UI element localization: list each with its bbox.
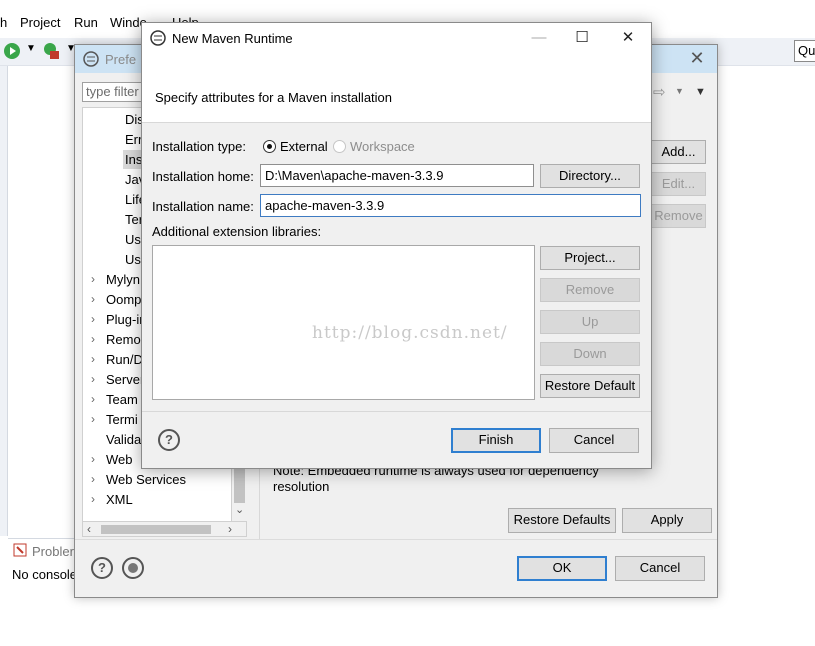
external-radio-label[interactable]: External xyxy=(280,139,328,154)
tree-item[interactable]: Web Services xyxy=(106,472,186,487)
expand-arrow-icon[interactable]: › xyxy=(91,452,95,466)
left-side-pane xyxy=(0,66,8,536)
problems-icon xyxy=(13,543,27,557)
tree-item[interactable]: Valida xyxy=(106,432,141,447)
workspace-radio-label[interactable]: Workspace xyxy=(350,139,415,154)
menu-item-project[interactable]: Project xyxy=(20,15,60,30)
tree-item[interactable]: Web xyxy=(106,452,133,467)
installation-type-label: Installation type: xyxy=(152,139,246,154)
forward-icon[interactable]: ⇨ xyxy=(653,83,666,101)
tree-item[interactable]: Run/D xyxy=(106,352,143,367)
extension-libraries-label: Additional extension libraries: xyxy=(152,224,322,239)
expand-arrow-icon[interactable]: › xyxy=(91,352,95,366)
installation-home-label: Installation home: xyxy=(152,169,254,184)
eclipse-icon xyxy=(150,30,166,46)
close-icon[interactable]: ✕ xyxy=(617,29,639,47)
note-line: resolution xyxy=(273,479,330,494)
project-button[interactable]: Project... xyxy=(540,246,640,270)
tree-horizontal-scrollbar[interactable]: ‹ › xyxy=(82,521,247,537)
chevron-right-icon[interactable]: › xyxy=(228,522,232,536)
expand-arrow-icon[interactable]: › xyxy=(91,312,95,326)
help-icon[interactable]: ? xyxy=(158,429,180,451)
tree-item[interactable]: Plug-ir xyxy=(106,312,144,327)
eclipse-icon xyxy=(83,51,99,67)
run-dropdown-icon[interactable]: ▼ xyxy=(26,43,36,54)
tree-item[interactable]: Remo xyxy=(106,332,141,347)
expand-arrow-icon[interactable]: › xyxy=(91,372,95,386)
close-icon[interactable]: ✕ xyxy=(687,48,707,68)
ok-button[interactable]: OK xyxy=(517,556,607,581)
forward-dropdown-icon[interactable]: ▼ xyxy=(675,86,684,96)
tree-item[interactable]: Err xyxy=(125,132,142,147)
installation-name-label: Installation name: xyxy=(152,199,254,214)
edit-button[interactable]: Edit... xyxy=(651,172,706,196)
dialog-description: Specify attributes for a Maven installat… xyxy=(155,90,393,105)
expand-arrow-icon[interactable]: › xyxy=(91,492,95,506)
menu-item-run[interactable]: Run xyxy=(74,15,98,30)
installation-home-field[interactable]: D:\Maven\apache-maven-3.3.9 xyxy=(260,164,534,187)
run-icon[interactable] xyxy=(3,42,21,60)
view-menu-icon[interactable]: ▼ xyxy=(695,86,706,98)
add-button[interactable]: Add... xyxy=(651,140,706,164)
cancel-button[interactable]: Cancel xyxy=(615,556,705,581)
chevron-left-icon[interactable]: ‹ xyxy=(87,522,91,536)
minimize-icon[interactable]: — xyxy=(528,29,550,47)
expand-arrow-icon[interactable]: › xyxy=(91,292,95,306)
restore-defaults-button[interactable]: Restore Defaults xyxy=(508,508,616,533)
tree-item[interactable]: Server xyxy=(106,372,144,387)
new-maven-runtime-dialog: New Maven Runtime — ☐ ✕ Specify attribut… xyxy=(141,22,652,469)
help-icon[interactable]: ? xyxy=(91,557,113,579)
scrollbar-thumb[interactable] xyxy=(101,525,211,534)
up-button[interactable]: Up xyxy=(540,310,640,334)
restore-default-button[interactable]: Restore Default xyxy=(540,374,640,398)
external-tools-icon[interactable] xyxy=(42,41,62,61)
watermark-text: http://blog.csdn.net/ xyxy=(312,323,508,343)
record-icon[interactable] xyxy=(122,557,144,579)
tree-item[interactable]: XML xyxy=(106,492,133,507)
tree-item[interactable]: Ins xyxy=(125,152,142,167)
tree-item[interactable]: Us xyxy=(125,232,141,247)
menu-item-search[interactable]: h xyxy=(0,15,7,30)
quick-access-input[interactable]: Qu xyxy=(794,40,815,62)
finish-button[interactable]: Finish xyxy=(451,428,541,453)
console-status-text: No console xyxy=(12,567,78,582)
tree-item[interactable]: Termi xyxy=(106,412,138,427)
tree-item[interactable]: Us xyxy=(125,252,141,267)
down-button[interactable]: Down xyxy=(540,342,640,366)
expand-arrow-icon[interactable]: › xyxy=(91,392,95,406)
installation-name-field[interactable]: apache-maven-3.3.9 xyxy=(260,194,641,217)
directory-button[interactable]: Directory... xyxy=(540,164,640,188)
dialog-header: Specify attributes for a Maven installat… xyxy=(142,53,651,123)
chevron-down-icon[interactable]: ⌄ xyxy=(235,503,244,516)
remove-button[interactable]: Remove xyxy=(651,204,706,228)
preferences-button-bar: ? OK Cancel xyxy=(75,539,717,597)
maximize-icon[interactable]: ☐ xyxy=(571,29,593,47)
expand-arrow-icon[interactable]: › xyxy=(91,412,95,426)
cancel-button[interactable]: Cancel xyxy=(549,428,639,453)
preferences-title: Prefe xyxy=(105,52,137,67)
expand-arrow-icon[interactable]: › xyxy=(91,272,95,286)
tree-item[interactable]: Mylyn xyxy=(106,272,140,287)
apply-button[interactable]: Apply xyxy=(622,508,712,533)
dialog-button-bar: ? Finish Cancel xyxy=(142,411,651,468)
tree-item[interactable]: Oomp xyxy=(106,292,141,307)
tree-item[interactable]: Team xyxy=(106,392,138,407)
remove-button[interactable]: Remove xyxy=(540,278,640,302)
workspace-radio[interactable] xyxy=(333,140,346,153)
expand-arrow-icon[interactable]: › xyxy=(91,332,95,346)
maven-dialog-titlebar: New Maven Runtime — ☐ ✕ xyxy=(142,23,651,53)
dialog-title: New Maven Runtime xyxy=(172,31,293,46)
expand-arrow-icon[interactable]: › xyxy=(91,472,95,486)
problems-view: Probler No console xyxy=(8,538,78,646)
problems-tab[interactable]: Probler xyxy=(32,544,74,559)
external-radio[interactable] xyxy=(263,140,276,153)
